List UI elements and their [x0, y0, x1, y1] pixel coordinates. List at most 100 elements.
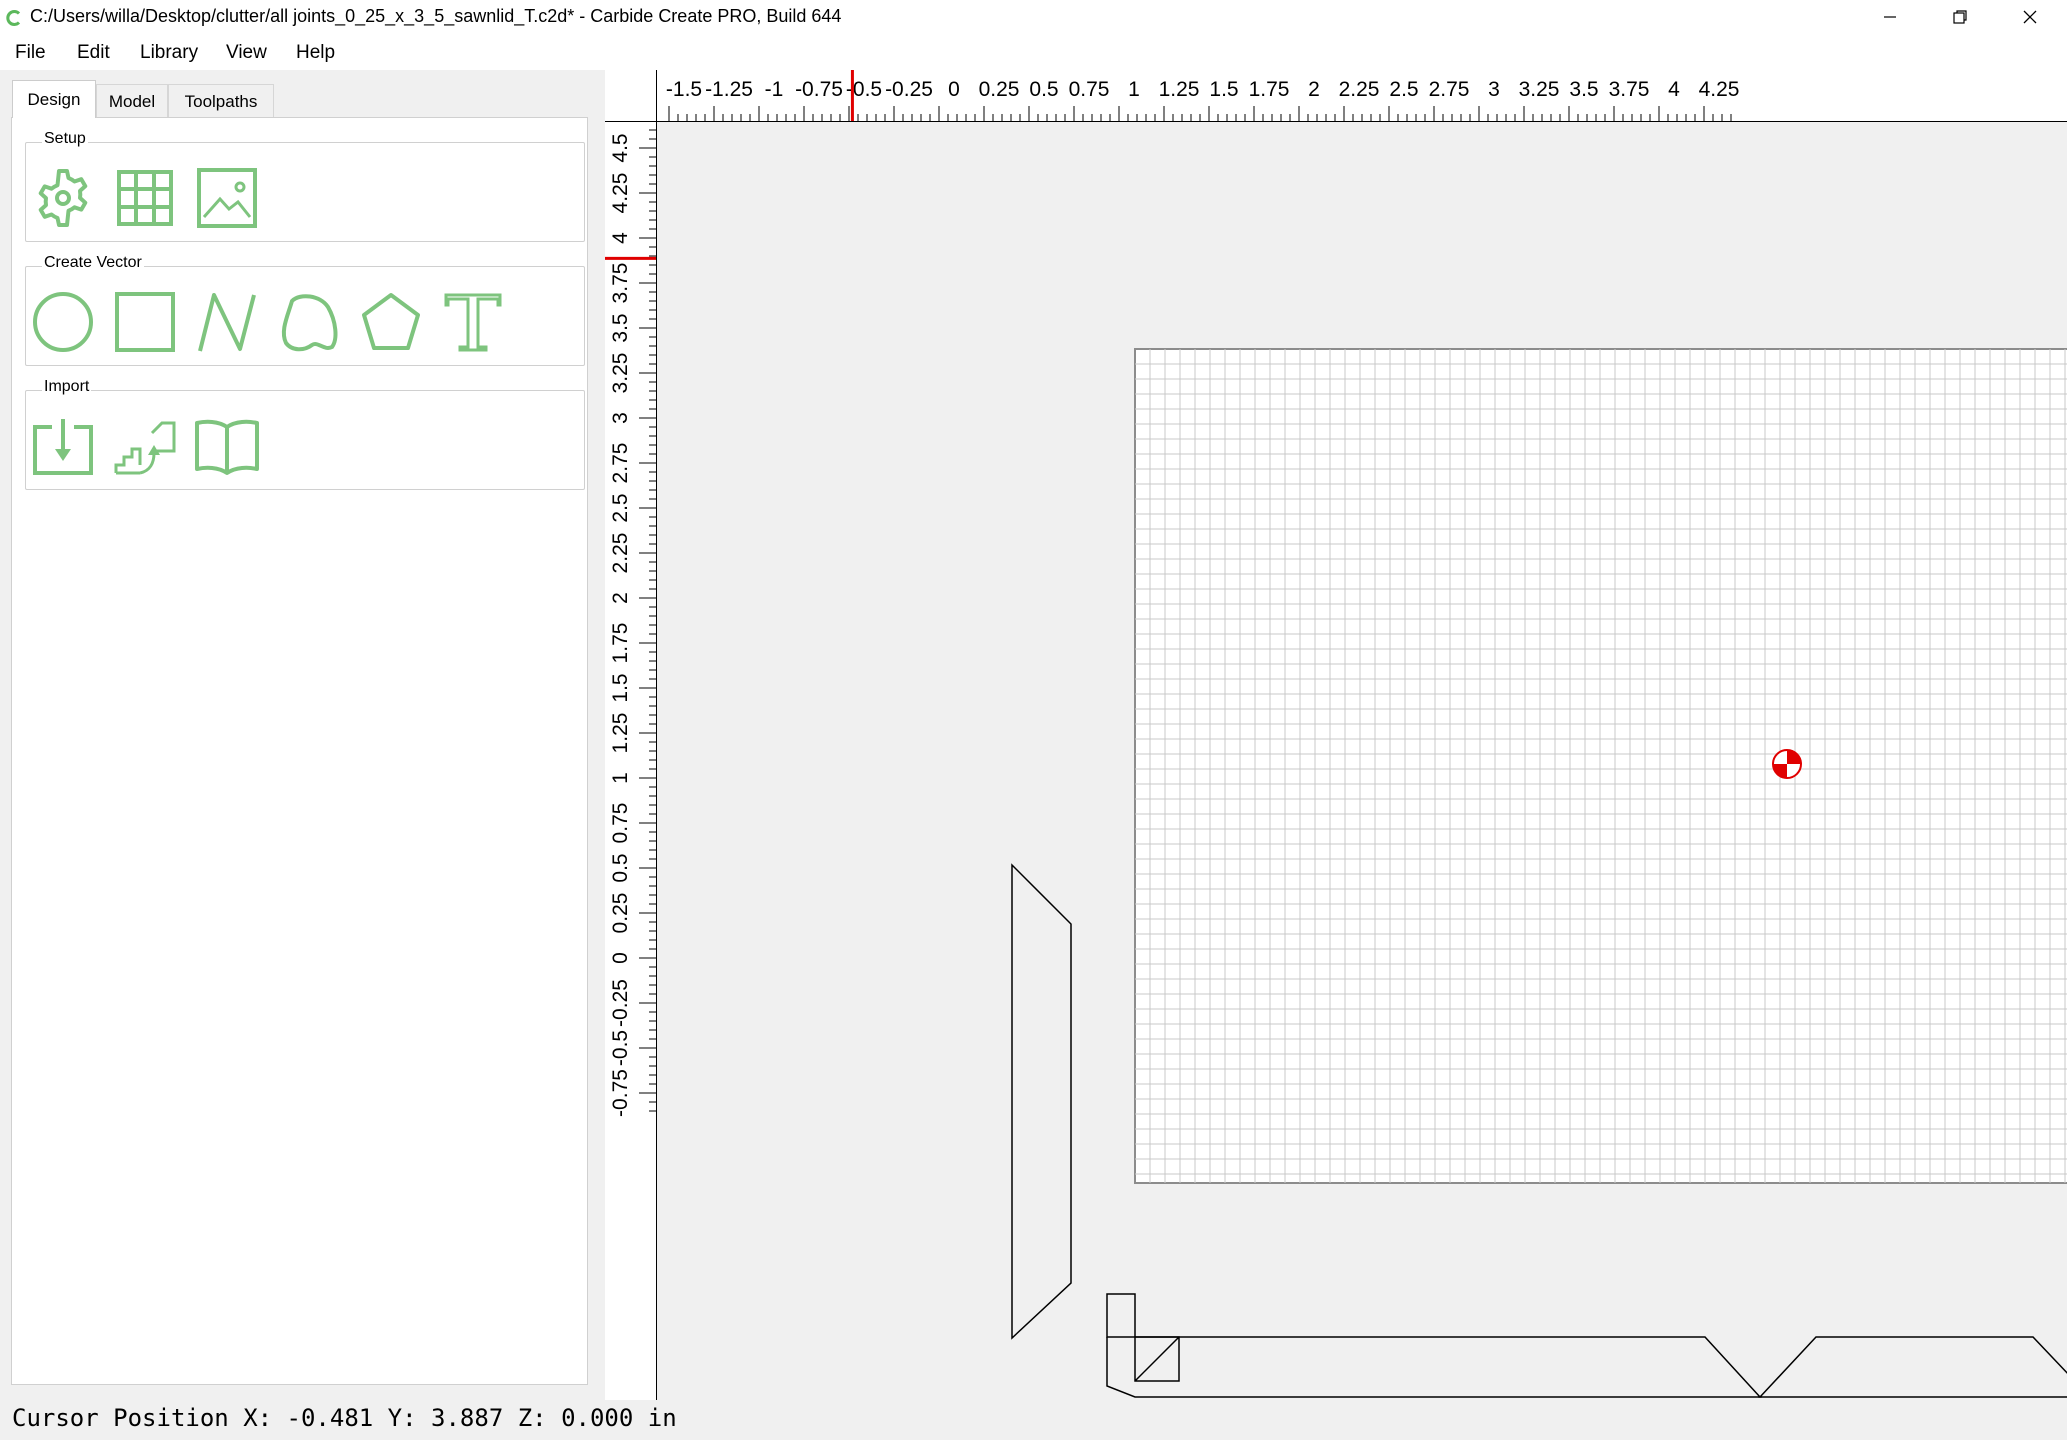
right-trapezoid-vector[interactable] — [1758, 1336, 2067, 1398]
ruler-label: 3 — [1488, 78, 1500, 101]
ruler-label: -0.25 — [885, 78, 933, 101]
ruler-label: 4 — [609, 232, 632, 244]
create-vector-group: Create Vector — [25, 254, 585, 366]
small-square-vector[interactable] — [1134, 1336, 1180, 1382]
origin-marker-icon — [1772, 749, 1802, 779]
workspace-drawing — [1011, 348, 2067, 1398]
ruler-label: 4.25 — [1699, 78, 1740, 101]
trapezoid-vector-left[interactable] — [1011, 863, 1072, 1340]
title-bar: C:/Users/willa/Desktop/clutter/all joint… — [0, 0, 2067, 36]
polygon-icon — [362, 293, 420, 350]
ruler-label: 0.75 — [1069, 78, 1110, 101]
menu-edit[interactable]: Edit — [77, 40, 110, 66]
long-bottom-vector[interactable] — [1106, 1336, 1762, 1398]
ruler-label: 2.75 — [1429, 78, 1470, 101]
setup-group-label: Setup — [42, 130, 88, 148]
menu-file[interactable]: File — [15, 40, 46, 66]
small-vertical-vector[interactable] — [1106, 1293, 1136, 1338]
ruler-label: 2 — [609, 592, 632, 604]
vertical-ruler: 4.5 4.25 4 3.75 3.5 3.25 3 2.75 2.5 2.25 2 1.75 1.5 1… — [605, 122, 657, 1400]
create-polygon-button[interactable] — [358, 289, 424, 355]
restore-button[interactable] — [1925, 0, 1995, 34]
window-title: C:/Users/willa/Desktop/clutter/all joint… — [30, 6, 842, 26]
ruler-label: 1.25 — [1159, 78, 1200, 101]
text-icon — [444, 293, 502, 352]
ruler-label: 2.5 — [609, 493, 632, 522]
tab-model[interactable]: Model — [96, 84, 168, 118]
ruler-label: 2.25 — [1339, 78, 1380, 101]
ruler-label: 0.5 — [1029, 78, 1058, 101]
polyline-icon — [198, 293, 256, 352]
ruler-label: 4.25 — [609, 173, 632, 214]
create-rectangle-button[interactable] — [112, 289, 178, 355]
ruler-label: 2.5 — [1389, 78, 1418, 101]
create-curve-button[interactable] — [276, 289, 342, 355]
setup-group: Setup — [25, 130, 585, 242]
create-circle-button[interactable] — [30, 289, 96, 355]
status-bar: Cursor Position X: -0.481 Y: 3.887 Z: 0.… — [0, 1400, 2067, 1440]
import-gcode-button[interactable] — [112, 413, 178, 479]
ruler-corner — [605, 70, 657, 122]
ruler-label: -0.75 — [609, 1069, 632, 1117]
tab-toolpaths[interactable]: Toolpaths — [168, 84, 274, 118]
design-canvas-area: -1.5 -1.25 -1 -0.75 -0.5 -0.25 0 0.25 0.5 0.75 1 1.… — [605, 70, 2067, 1400]
import-group: Import — [25, 378, 585, 490]
ruler-label: 1 — [609, 772, 632, 784]
ruler-label: 0.25 — [609, 893, 632, 934]
ruler-label: 1.5 — [609, 673, 632, 702]
import-file-button[interactable] — [30, 413, 96, 479]
cursor-position-readout: Cursor Position X: -0.481 Y: 3.887 Z: 0.… — [12, 1404, 677, 1432]
ruler-label: 1.75 — [609, 623, 632, 664]
ruler-label: 1 — [1128, 78, 1140, 101]
ruler-label: 2 — [1308, 78, 1320, 101]
import-gcode-icon — [114, 421, 176, 475]
import-file-icon — [33, 419, 93, 475]
circle-icon — [33, 292, 93, 352]
ruler-label: 0 — [609, 952, 632, 964]
ruler-label: 2.25 — [609, 533, 632, 574]
create-polyline-button[interactable] — [194, 289, 260, 355]
ruler-label: 0.75 — [609, 803, 632, 844]
job-setup-button[interactable] — [30, 165, 96, 231]
ruler-label: -1.5 — [666, 78, 702, 101]
app-logo-icon — [6, 10, 21, 26]
ruler-label: 3.5 — [609, 313, 632, 342]
horizontal-ruler-scale: -1.5 -1.25 -1 -0.75 -0.5 -0.25 0 0.25 0.5 0.75 1 1.… — [666, 70, 1740, 121]
close-button[interactable] — [1995, 0, 2065, 34]
menu-view[interactable]: View — [226, 40, 267, 66]
ruler-label: 4 — [1668, 78, 1680, 101]
create-vector-group-label: Create Vector — [42, 254, 144, 272]
background-image-icon — [197, 168, 257, 228]
ruler-label: 3.25 — [609, 353, 632, 394]
library-button[interactable] — [194, 413, 260, 479]
import-group-label: Import — [42, 378, 92, 396]
background-image-button[interactable] — [194, 165, 260, 231]
ruler-label: 2.75 — [609, 443, 632, 484]
left-panel: Design Model Toolpaths Setup Create Vect… — [0, 70, 605, 1390]
ruler-label: 4.5 — [609, 133, 632, 162]
grid-settings-icon — [117, 170, 173, 226]
ruler-label: 1.25 — [609, 713, 632, 754]
ruler-label: 3.75 — [1609, 78, 1650, 101]
menu-library[interactable]: Library — [140, 40, 198, 66]
workspace-canvas[interactable] — [657, 122, 2067, 1400]
ruler-label: -1.25 — [705, 78, 753, 101]
rectangle-icon — [115, 292, 175, 352]
minimize-icon — [1884, 16, 1896, 18]
create-text-button[interactable] — [440, 289, 506, 355]
ruler-label: -0.5 — [609, 1030, 632, 1066]
stock-grid — [1134, 348, 2067, 1184]
horizontal-ruler: -1.5 -1.25 -1 -0.75 -0.5 -0.25 0 0.25 0.5 0.75 1 1.… — [657, 70, 2067, 122]
minimize-button[interactable] — [1855, 0, 1925, 34]
ruler-label: 3.5 — [1569, 78, 1598, 101]
menu-help[interactable]: Help — [296, 40, 335, 66]
ruler-label: -0.25 — [609, 979, 632, 1027]
menu-bar: File Edit Library View Help — [0, 36, 2067, 70]
close-icon — [2023, 10, 2037, 24]
ruler-label: 0.5 — [609, 853, 632, 882]
ruler-label: -0.75 — [795, 78, 843, 101]
grid-settings-button[interactable] — [112, 165, 178, 231]
vertical-ruler-scale: 4.5 4.25 4 3.75 3.5 3.25 3 2.75 2.5 2.25 2 1.75 1.5 1… — [605, 129, 656, 1117]
ruler-label: 1.75 — [1249, 78, 1290, 101]
tab-design[interactable]: Design — [12, 80, 96, 118]
